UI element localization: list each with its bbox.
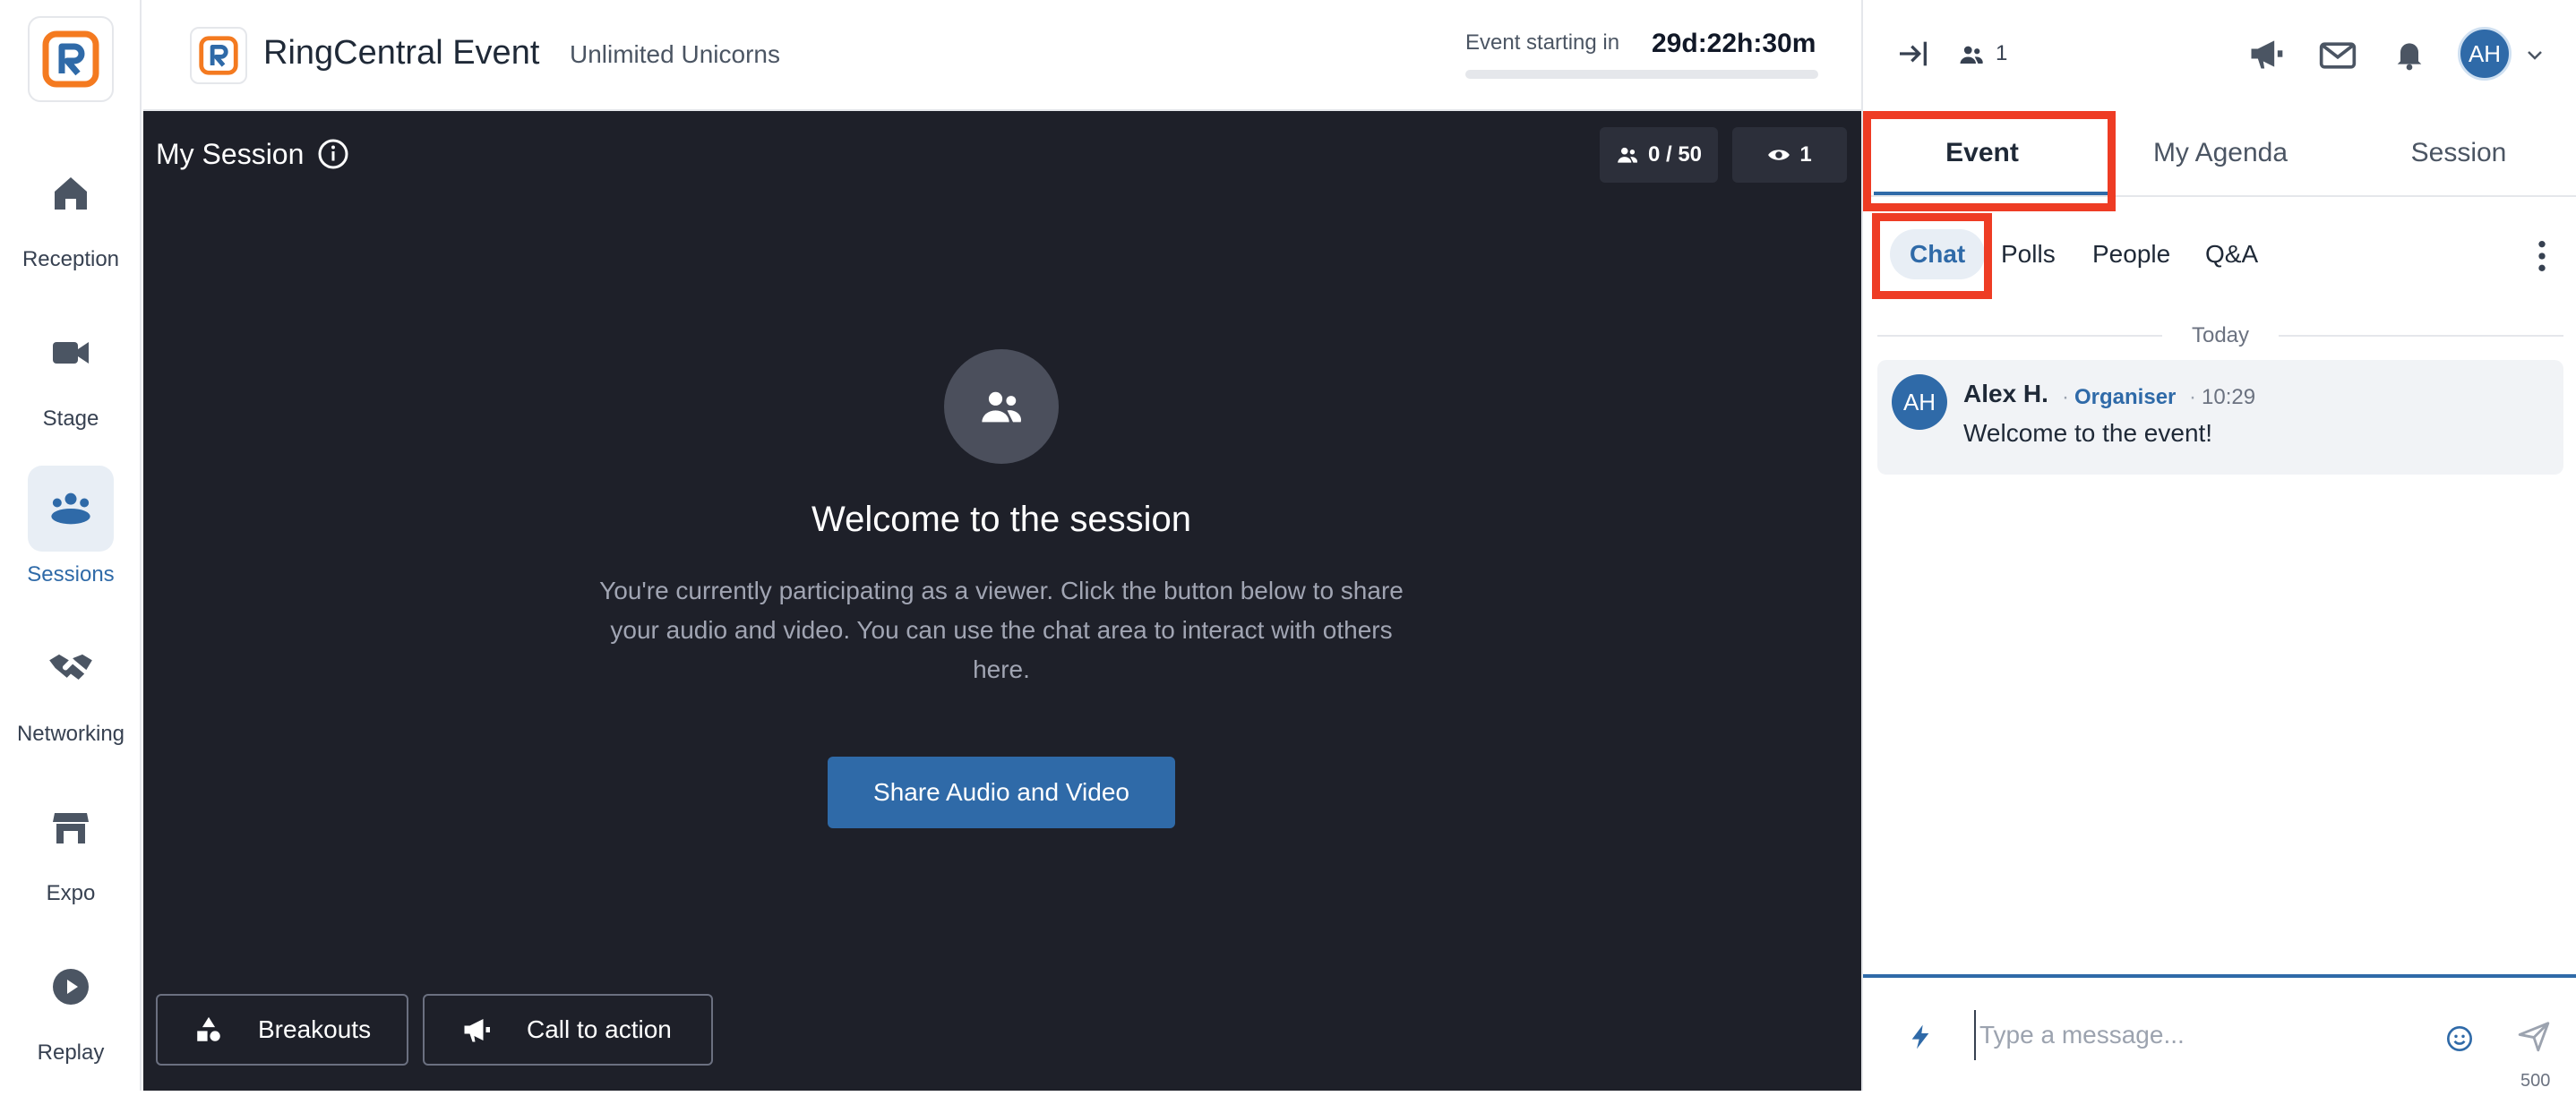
chevron-down-icon[interactable]	[2524, 45, 2546, 66]
message-timestamp: 10:29	[2202, 385, 2256, 409]
ringcentral-logo-icon	[199, 36, 238, 75]
right-panel: 1 AH Event My Agenda Session Chat Polls …	[1861, 0, 2576, 1091]
event-tab-highlight-box	[1863, 111, 2116, 211]
share-audio-video-button[interactable]: Share Audio and Video	[828, 757, 1175, 828]
organization-name: Unlimited Unicorns	[570, 40, 780, 68]
info-icon[interactable]	[317, 138, 349, 170]
viewers-value: 1	[1799, 142, 1812, 167]
mail-icon[interactable]	[2318, 36, 2357, 75]
megaphone-icon[interactable]	[2246, 34, 2286, 73]
separator-dot: ·	[2062, 385, 2069, 409]
session-avatar	[944, 349, 1059, 464]
call-to-action-button[interactable]: Call to action	[423, 994, 713, 1066]
character-limit: 500	[2520, 1071, 2551, 1091]
tab-my-agenda[interactable]: My Agenda	[2101, 109, 2340, 197]
people-icon	[1618, 147, 1637, 163]
left-navigation: Reception Stage Sessions Networking Expo…	[0, 0, 142, 1091]
chat-message: AH Alex H. · Organiser · 10:29 Welcome t…	[1877, 360, 2563, 475]
session-title: My Session	[156, 138, 305, 170]
countdown-progress-bar	[1465, 70, 1818, 79]
message-composer: 500	[1863, 974, 2576, 1091]
session-stage: My Session 0 / 50 1 Welcome to the sessi…	[143, 111, 1861, 1091]
brand-name: RingCentral Event	[263, 34, 540, 72]
message-role-badge: Organiser	[2074, 385, 2177, 409]
play-icon	[53, 969, 89, 1005]
separator-dot: ·	[2189, 385, 2196, 409]
bell-icon[interactable]	[2391, 34, 2427, 73]
group-icon	[51, 492, 90, 525]
panel-header: 1 AH	[1863, 0, 2576, 109]
message-avatar[interactable]: AH	[1892, 374, 1947, 430]
nav-item-networking[interactable]: Networking	[0, 625, 142, 777]
message-input[interactable]	[1974, 1010, 2458, 1060]
video-camera-icon	[53, 342, 89, 364]
handshake-icon	[49, 654, 92, 680]
nav-label: Expo	[46, 881, 96, 905]
chat-tab-highlight-box	[1872, 213, 1992, 299]
welcome-description: You're currently participating as a view…	[599, 577, 1404, 683]
collapse-panel-icon[interactable]	[1895, 36, 1931, 72]
booth-icon	[53, 813, 89, 843]
subtab-qa[interactable]: Q&A	[2205, 229, 2258, 279]
ringcentral-logo-icon	[42, 30, 99, 88]
nav-item-sessions[interactable]: Sessions	[0, 466, 142, 618]
nav-label: Replay	[37, 1040, 105, 1065]
nav-item-stage[interactable]: Stage	[0, 310, 142, 462]
attendee-count[interactable]: 1	[1996, 41, 2007, 66]
more-options-icon[interactable]	[2524, 236, 2560, 276]
nav-label: Sessions	[27, 562, 115, 587]
nav-item-expo[interactable]: Expo	[0, 784, 142, 937]
message-text: Welcome to the event!	[1963, 419, 2213, 447]
countdown-value: 29d:22h:30m	[1652, 29, 1816, 58]
nav-label: Stage	[42, 407, 99, 431]
nav-item-replay[interactable]: Replay	[0, 944, 142, 1096]
call-to-action-label: Call to action	[527, 1015, 672, 1043]
nav-label: Networking	[16, 722, 125, 746]
date-divider: Today	[1877, 322, 2563, 349]
emoji-icon[interactable]	[2445, 1024, 2474, 1053]
tab-session[interactable]: Session	[2340, 109, 2576, 197]
shapes-icon	[197, 1016, 220, 1041]
app-logo[interactable]	[28, 16, 114, 102]
viewers-badge: 1	[1732, 127, 1847, 183]
countdown-label: Event starting in	[1465, 30, 1620, 55]
nav-item-reception[interactable]: Reception	[0, 150, 142, 303]
lightning-icon[interactable]	[1906, 1021, 1935, 1053]
top-bar: RingCentral Event Unlimited Unicorns Eve…	[143, 0, 1861, 111]
subtab-people[interactable]: People	[2092, 229, 2170, 279]
brand-logo	[190, 27, 247, 84]
user-avatar[interactable]: AH	[2458, 27, 2512, 81]
message-author[interactable]: Alex H.	[1963, 380, 2048, 408]
subtab-polls[interactable]: Polls	[2001, 229, 2056, 279]
people-icon	[1960, 46, 1983, 64]
capacity-value: 0 / 50	[1647, 142, 1703, 167]
nav-label: Reception	[21, 247, 120, 271]
send-icon[interactable]	[2517, 1019, 2551, 1053]
people-icon	[982, 391, 1021, 423]
welcome-title: Welcome to the session	[811, 500, 1191, 539]
breakouts-button[interactable]: Breakouts	[156, 994, 408, 1066]
eye-icon	[1768, 150, 1790, 160]
breakouts-label: Breakouts	[258, 1015, 372, 1043]
capacity-badge: 0 / 50	[1600, 127, 1718, 183]
megaphone-icon	[464, 1019, 490, 1042]
home-icon	[55, 177, 87, 210]
